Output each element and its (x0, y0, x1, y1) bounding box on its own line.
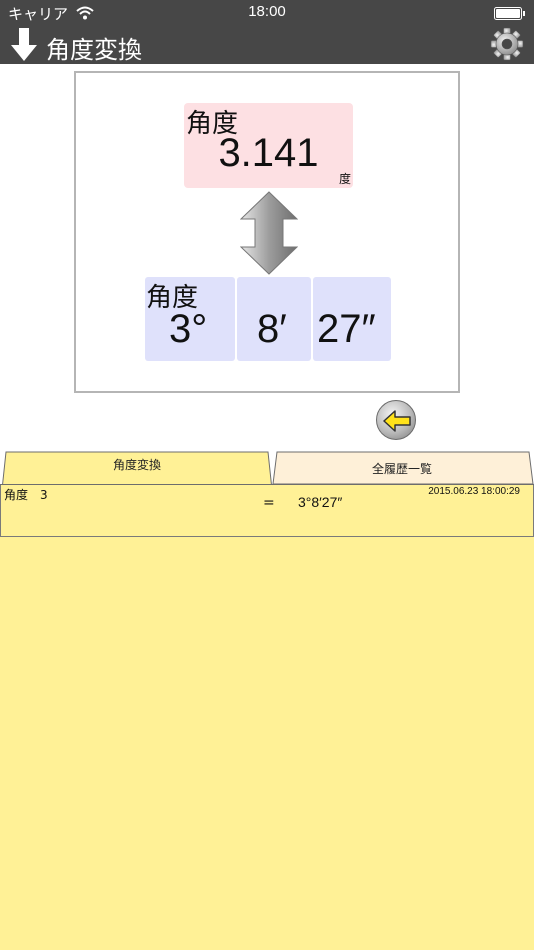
dms-degrees-value: 3° (169, 307, 208, 351)
dms-minutes-box[interactable]: 8′ (237, 277, 311, 361)
history-input: 角度 3 (4, 488, 48, 502)
history-list[interactable]: 角度 3 = 3°8′27″ 2015.06.23 18:00:29 (0, 484, 534, 950)
history-equals: = (263, 495, 275, 511)
degree-value: 3.141 (218, 131, 319, 175)
tab-label: 全履歴一覧 (371, 462, 432, 476)
down-arrow-icon[interactable] (10, 28, 38, 62)
page-title: 角度変換 (46, 36, 142, 64)
degree-unit: 度 (338, 172, 351, 186)
dms-seconds-box[interactable]: 27″ (313, 277, 391, 361)
swap-arrow-icon (240, 191, 298, 275)
top-bar: キャリア 18:00 角度変換 (0, 0, 534, 64)
dms-degrees-box[interactable]: 角度 3° (145, 277, 235, 361)
back-button[interactable] (376, 400, 416, 440)
dms-seconds-value: 27″ (317, 307, 376, 351)
tab-label: 角度変換 (112, 458, 161, 472)
left-arrow-icon (383, 410, 411, 432)
history-row[interactable]: 角度 3 = 3°8′27″ 2015.06.23 18:00:29 (0, 485, 534, 537)
history-timestamp: 2015.06.23 18:00:29 (428, 486, 520, 497)
tab-all-history[interactable]: 全履歴一覧 (270, 451, 534, 485)
history-result: 3°8′27″ (298, 494, 343, 510)
converter-panel: 角度 3.141 度 角度 3° 8′ 27″ (74, 71, 460, 393)
tab-angle-conversion[interactable]: 角度変換 (2, 451, 272, 485)
gear-icon[interactable] (490, 27, 524, 61)
battery-icon (494, 7, 525, 20)
status-time: 18:00 (248, 3, 286, 20)
degree-input-box[interactable]: 角度 3.141 度 (184, 103, 353, 188)
dms-minutes-value: 8′ (257, 307, 287, 351)
